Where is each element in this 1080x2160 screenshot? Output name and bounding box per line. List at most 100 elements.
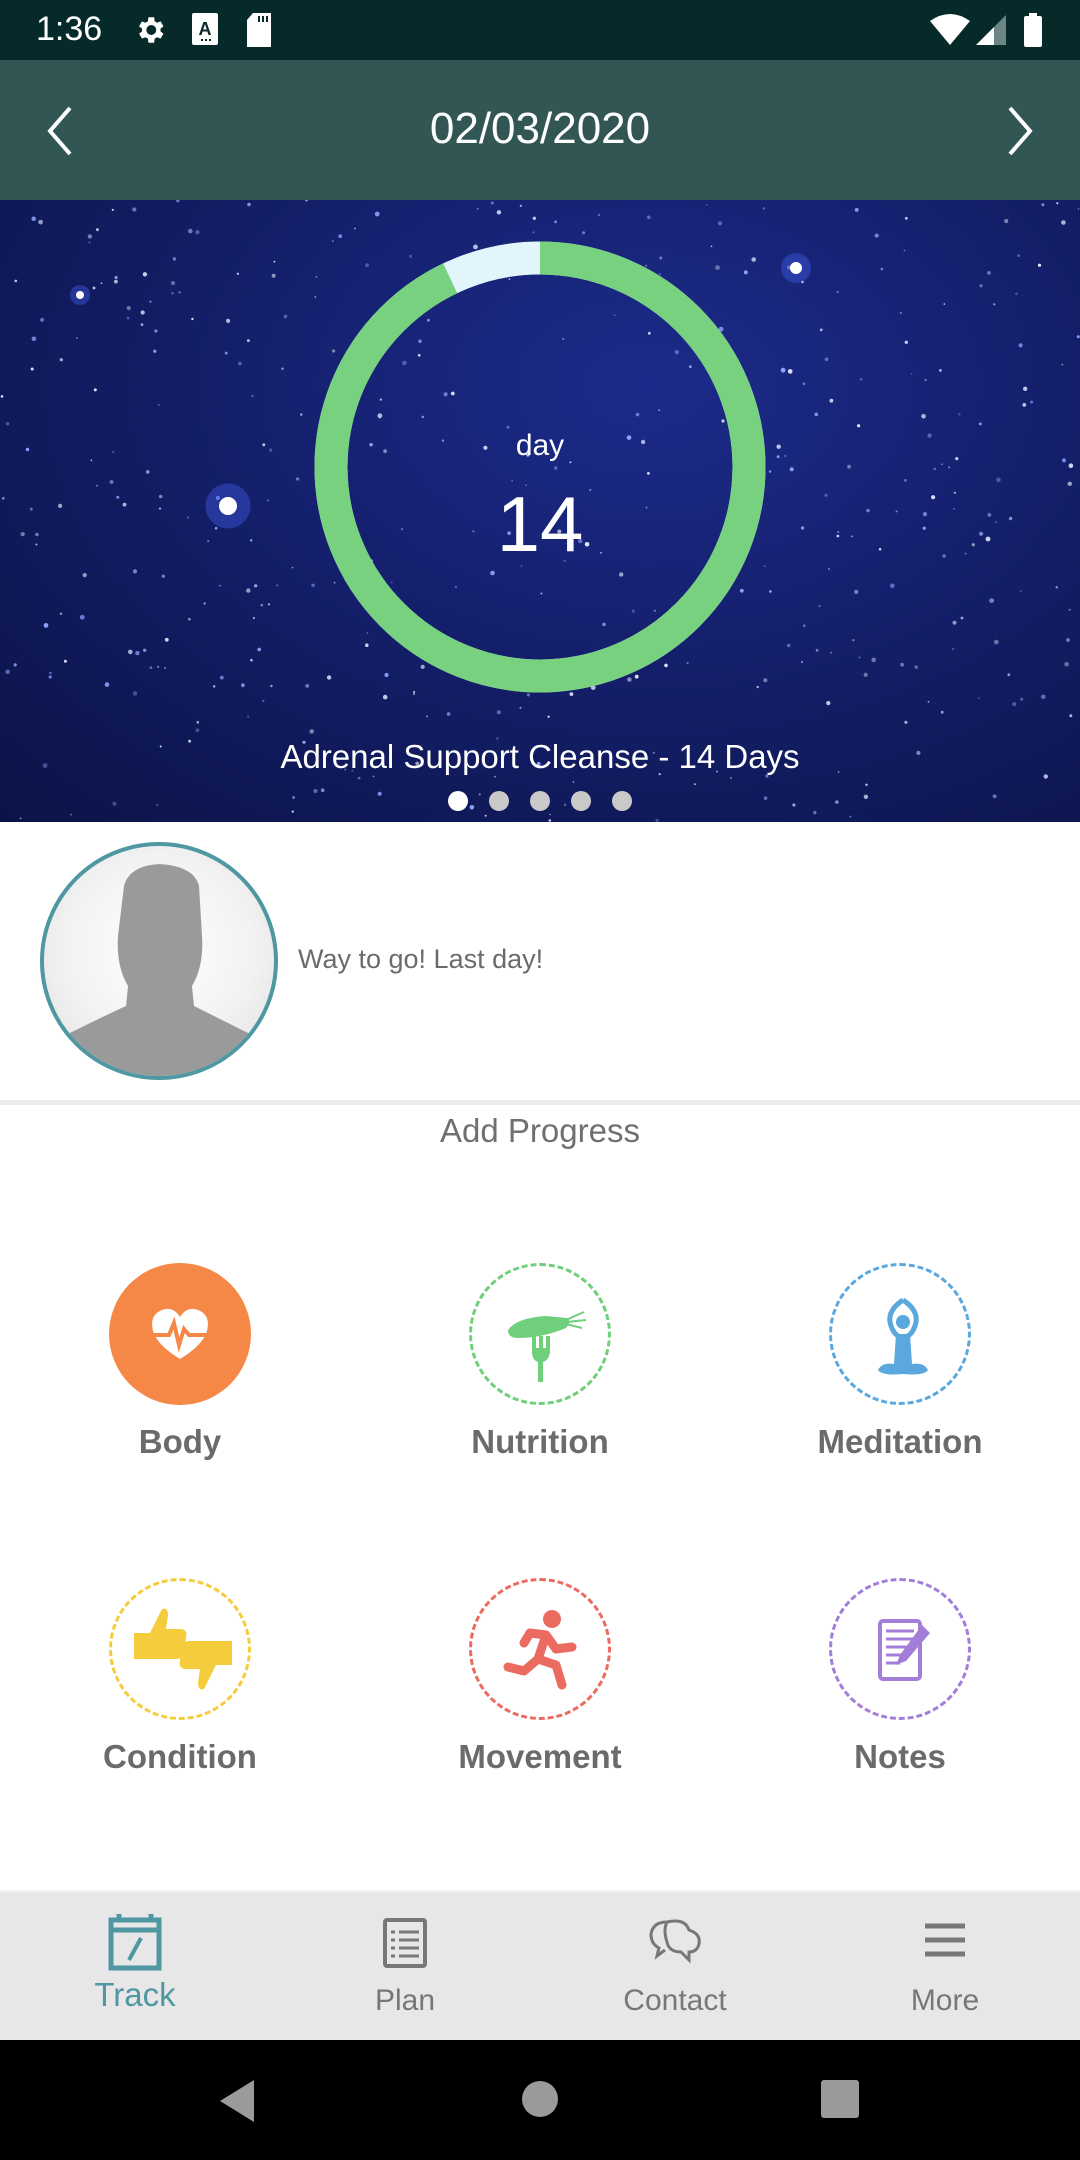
star [865, 783, 868, 786]
star [425, 715, 429, 718]
star [549, 813, 551, 816]
star [260, 603, 264, 607]
star [921, 414, 926, 419]
tile-label: Nutrition [471, 1423, 609, 1460]
star [142, 272, 148, 277]
star [813, 811, 817, 815]
home-icon[interactable] [521, 2080, 559, 2118]
avatar[interactable] [40, 842, 278, 1080]
star [547, 715, 550, 718]
star [526, 693, 530, 697]
star [490, 201, 494, 205]
star [494, 775, 496, 778]
page-dot[interactable] [448, 791, 468, 811]
back-icon[interactable] [218, 2080, 258, 2122]
star [171, 291, 174, 295]
status-time: 1:36 [36, 10, 103, 48]
star [224, 351, 228, 355]
star [866, 508, 870, 513]
star [90, 459, 93, 462]
progress-movement-button[interactable]: Movement [390, 1578, 690, 1798]
star [519, 204, 522, 207]
progress-meditation-button[interactable]: Meditation [750, 1263, 1050, 1483]
star [1077, 208, 1080, 210]
star [1055, 586, 1058, 589]
recents-icon[interactable] [821, 2080, 859, 2118]
star [114, 279, 118, 284]
star [176, 200, 180, 203]
star [109, 480, 114, 484]
star [262, 699, 265, 702]
program-hero[interactable]: day 14 Adrenal Support Cleanse - 14 Days [0, 200, 1080, 822]
star [1061, 220, 1066, 225]
page-dot[interactable] [489, 791, 509, 811]
star [904, 478, 907, 482]
star [762, 207, 765, 210]
yoga-meditation-icon [878, 1297, 928, 1375]
star [874, 233, 879, 238]
program-title: Adrenal Support Cleanse - 14 Days [280, 738, 800, 775]
progress-nutrition-button[interactable]: Nutrition [390, 1263, 690, 1483]
section-divider [0, 1100, 1080, 1105]
star [931, 495, 936, 500]
star [1022, 403, 1027, 407]
bright-star [219, 497, 237, 515]
star [132, 207, 137, 212]
page-dot[interactable] [612, 791, 632, 811]
progress-body-button[interactable]: Body [30, 1263, 330, 1483]
star [880, 267, 884, 271]
progress-notes-button[interactable]: Notes [750, 1578, 1050, 1798]
nav-tab-more[interactable]: More [810, 1892, 1080, 2042]
star [784, 454, 787, 458]
nav-label: Plan [374, 1984, 436, 2017]
star [814, 412, 819, 417]
star [195, 230, 200, 235]
star [802, 382, 806, 386]
tile-label: Meditation [817, 1423, 983, 1460]
chevron-right-icon[interactable] [1000, 104, 1040, 158]
star [996, 477, 1001, 482]
nav-tab-track[interactable]: Track [0, 1892, 270, 2042]
progress-condition-button[interactable]: Condition [30, 1578, 330, 1798]
star [836, 534, 840, 538]
star [59, 612, 63, 615]
star [374, 211, 380, 217]
calendar-edit-icon [108, 1914, 162, 1971]
star [246, 339, 250, 343]
star [251, 395, 254, 398]
star [87, 234, 93, 239]
star [38, 219, 43, 225]
nav-tab-plan[interactable]: Plan [270, 1892, 540, 2042]
star [114, 275, 118, 280]
page-indicator[interactable] [0, 791, 1080, 811]
star [161, 574, 165, 578]
star [238, 361, 242, 366]
page-dot[interactable] [530, 791, 550, 811]
star [830, 651, 833, 654]
star [270, 684, 273, 688]
star [157, 665, 160, 668]
star [309, 729, 314, 734]
star [1066, 638, 1070, 642]
star [895, 510, 898, 513]
star [955, 457, 959, 461]
star [827, 568, 830, 570]
nav-tab-contact[interactable]: Contact [540, 1892, 810, 2042]
star [1004, 218, 1009, 224]
star [647, 215, 651, 220]
star [283, 314, 288, 319]
star [186, 516, 190, 519]
star [987, 512, 992, 517]
page-dot[interactable] [571, 791, 591, 811]
tile-label: Movement [458, 1738, 622, 1775]
star [40, 317, 45, 322]
star [178, 291, 181, 294]
star [1019, 590, 1022, 593]
star [247, 715, 250, 718]
star [20, 532, 25, 537]
star [214, 526, 218, 530]
star [1068, 463, 1074, 469]
star [993, 639, 999, 645]
star [904, 720, 908, 724]
star [143, 648, 147, 652]
